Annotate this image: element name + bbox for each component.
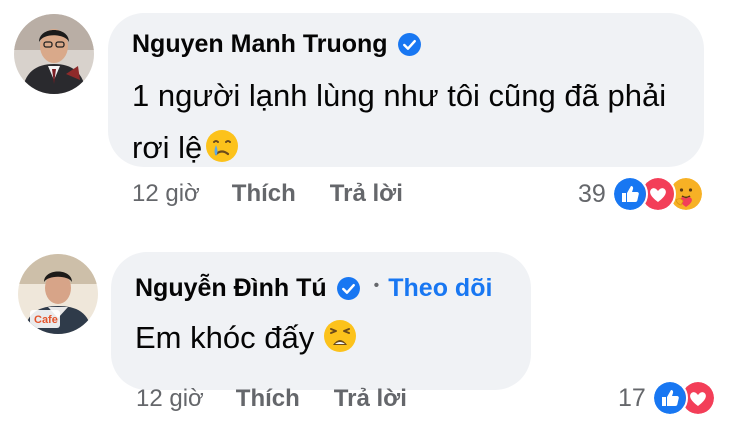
reactions-summary[interactable]: 17	[618, 380, 716, 416]
avatar-image	[14, 14, 94, 94]
like-button[interactable]: Thích	[232, 180, 296, 208]
separator-dot: •	[373, 276, 380, 294]
comment-text-line: 1 người lạnh lùng như tôi cũng đã phải	[132, 78, 667, 113]
comment-2: Cafe Nguyễn Đình Tú • Theo dõi Em khóc đ…	[0, 230, 740, 434]
reply-button[interactable]: Trả lời	[330, 180, 403, 208]
comment-text: Em khóc đấy	[135, 312, 358, 364]
comment-bubble: Nguyễn Đình Tú • Theo dõi Em khóc đấy	[111, 252, 531, 390]
author-name[interactable]: Nguyen Manh Truong	[132, 30, 388, 59]
comment-text-fragment: rơi lệ	[132, 130, 203, 165]
comment-text-line: Em khóc đấy	[135, 320, 315, 355]
comment-actions: 12 giờ Thích Trả lời	[136, 385, 407, 413]
avatar[interactable]	[14, 14, 94, 94]
like-button[interactable]: Thích	[236, 385, 300, 413]
avatar-image: Cafe	[18, 254, 98, 334]
like-reaction-icon	[611, 176, 648, 212]
svg-text:Cafe: Cafe	[34, 314, 58, 326]
verified-badge-icon	[336, 277, 360, 300]
verified-badge-icon	[397, 33, 421, 56]
author-name[interactable]: Nguyễn Đình Tú	[135, 274, 327, 303]
follow-button[interactable]: Theo dõi	[388, 274, 492, 303]
reaction-count: 39	[578, 179, 606, 208]
reaction-count: 17	[618, 383, 646, 412]
comment-bubble: Nguyen Manh Truong 1 người lạnh lùng như…	[108, 13, 704, 167]
author-row: Nguyen Manh Truong	[132, 30, 422, 59]
comment-text-line: rơi lệ	[132, 122, 666, 174]
like-reaction-icon	[651, 380, 688, 416]
crying-face-emoji-icon	[206, 130, 239, 162]
weary-face-emoji-icon	[324, 320, 357, 352]
avatar[interactable]: Cafe	[18, 254, 98, 334]
comment-time[interactable]: 12 giờ	[132, 180, 200, 208]
comment-actions: 12 giờ Thích Trả lời	[132, 180, 403, 208]
comment-1: Nguyen Manh Truong 1 người lạnh lùng như…	[0, 0, 740, 230]
reply-button[interactable]: Trả lời	[334, 385, 407, 413]
reactions-summary[interactable]: 39	[578, 176, 704, 212]
comment-time[interactable]: 12 giờ	[136, 385, 204, 413]
comment-text: 1 người lạnh lùng như tôi cũng đã phải r…	[132, 70, 666, 174]
author-row: Nguyễn Đình Tú • Theo dõi	[135, 274, 492, 303]
